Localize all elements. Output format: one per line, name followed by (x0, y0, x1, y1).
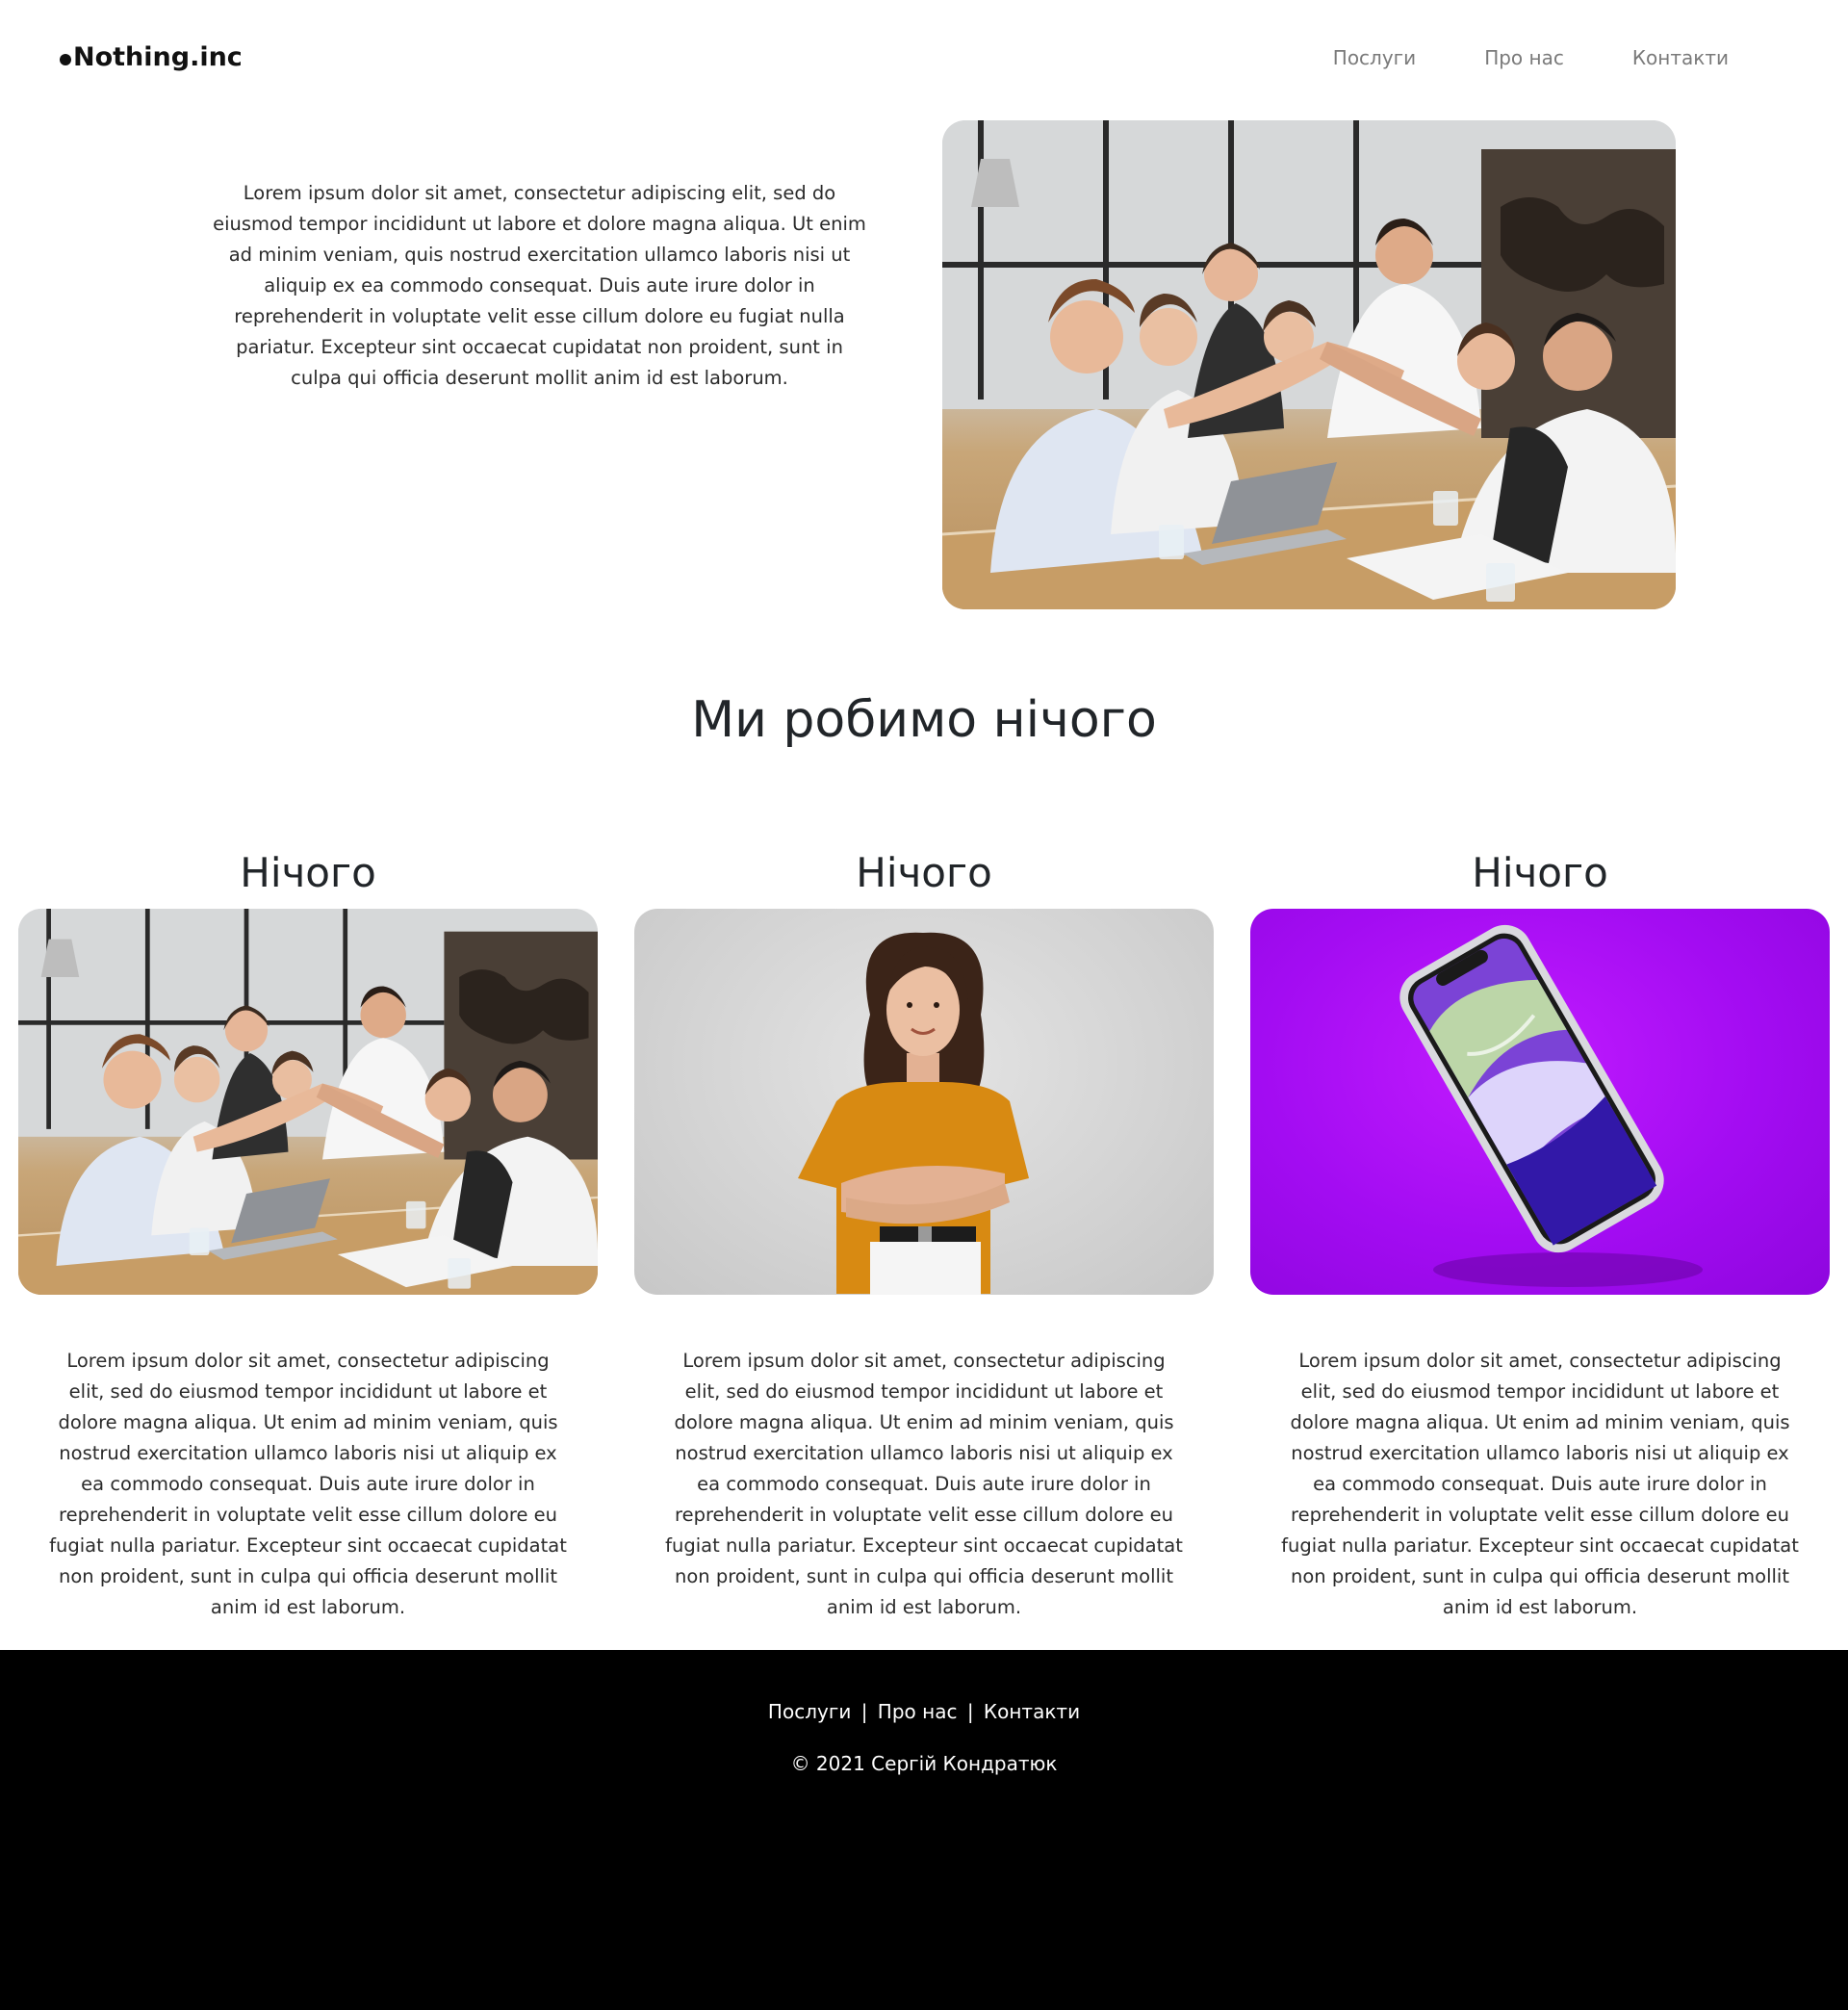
card-image-phone (1250, 909, 1830, 1295)
woman-portrait-illustration (634, 909, 1214, 1295)
team-photo-graphic (942, 120, 1676, 609)
hero-image (942, 120, 1676, 609)
site-footer: Послуги | Про нас | Контакти © 2021 Серг… (0, 1650, 1848, 2010)
nav-link-contacts[interactable]: Контакти (1632, 46, 1729, 69)
card-image-woman (634, 909, 1214, 1295)
card-text-1: Lorem ipsum dolor sit amet, consectetur … (49, 1349, 567, 1618)
phone-illustration (1250, 909, 1830, 1295)
footer-copyright: © 2021 Сергій Кондратюк (790, 1752, 1058, 1775)
card-text-2: Lorem ipsum dolor sit amet, consectetur … (665, 1349, 1183, 1618)
footer-links: Послуги | Про нас | Контакти (0, 1700, 1848, 1723)
site-header: Nothing.inc Послуги Про нас Контакти (0, 0, 1848, 120)
footer-link-about[interactable]: Про нас (878, 1700, 958, 1723)
footer-link-contacts[interactable]: Контакти (984, 1700, 1080, 1723)
team-photo-illustration (942, 120, 1676, 609)
woman-portrait-graphic (798, 932, 1029, 1295)
card-title-3: Нічого (1472, 849, 1608, 896)
footer-separator: | (966, 1700, 974, 1723)
nav-link-services[interactable]: Послуги (1333, 46, 1416, 69)
section-title: Ми робимо нічого (691, 691, 1157, 749)
main-nav: Послуги Про нас Контакти (1265, 46, 1729, 69)
footer-link-services[interactable]: Послуги (768, 1700, 851, 1723)
footer-separator: | (860, 1700, 868, 1723)
card-title-2: Нічого (856, 849, 992, 896)
card-text-3: Lorem ipsum dolor sit amet, consectetur … (1281, 1349, 1799, 1618)
card-title-1: Нічого (240, 849, 376, 896)
phone-graphic (1399, 924, 1703, 1287)
team-photo-illustration (18, 909, 598, 1295)
logo-dot-icon (60, 53, 71, 65)
nav-link-about[interactable]: Про нас (1484, 46, 1564, 69)
logo-link[interactable]: Nothing.inc (60, 42, 243, 72)
logo-text: Nothing.inc (73, 42, 243, 72)
hero-text: Lorem ipsum dolor sit amet, consectetur … (213, 181, 866, 389)
team-photo-graphic (18, 909, 598, 1295)
card-image-team (18, 909, 598, 1295)
